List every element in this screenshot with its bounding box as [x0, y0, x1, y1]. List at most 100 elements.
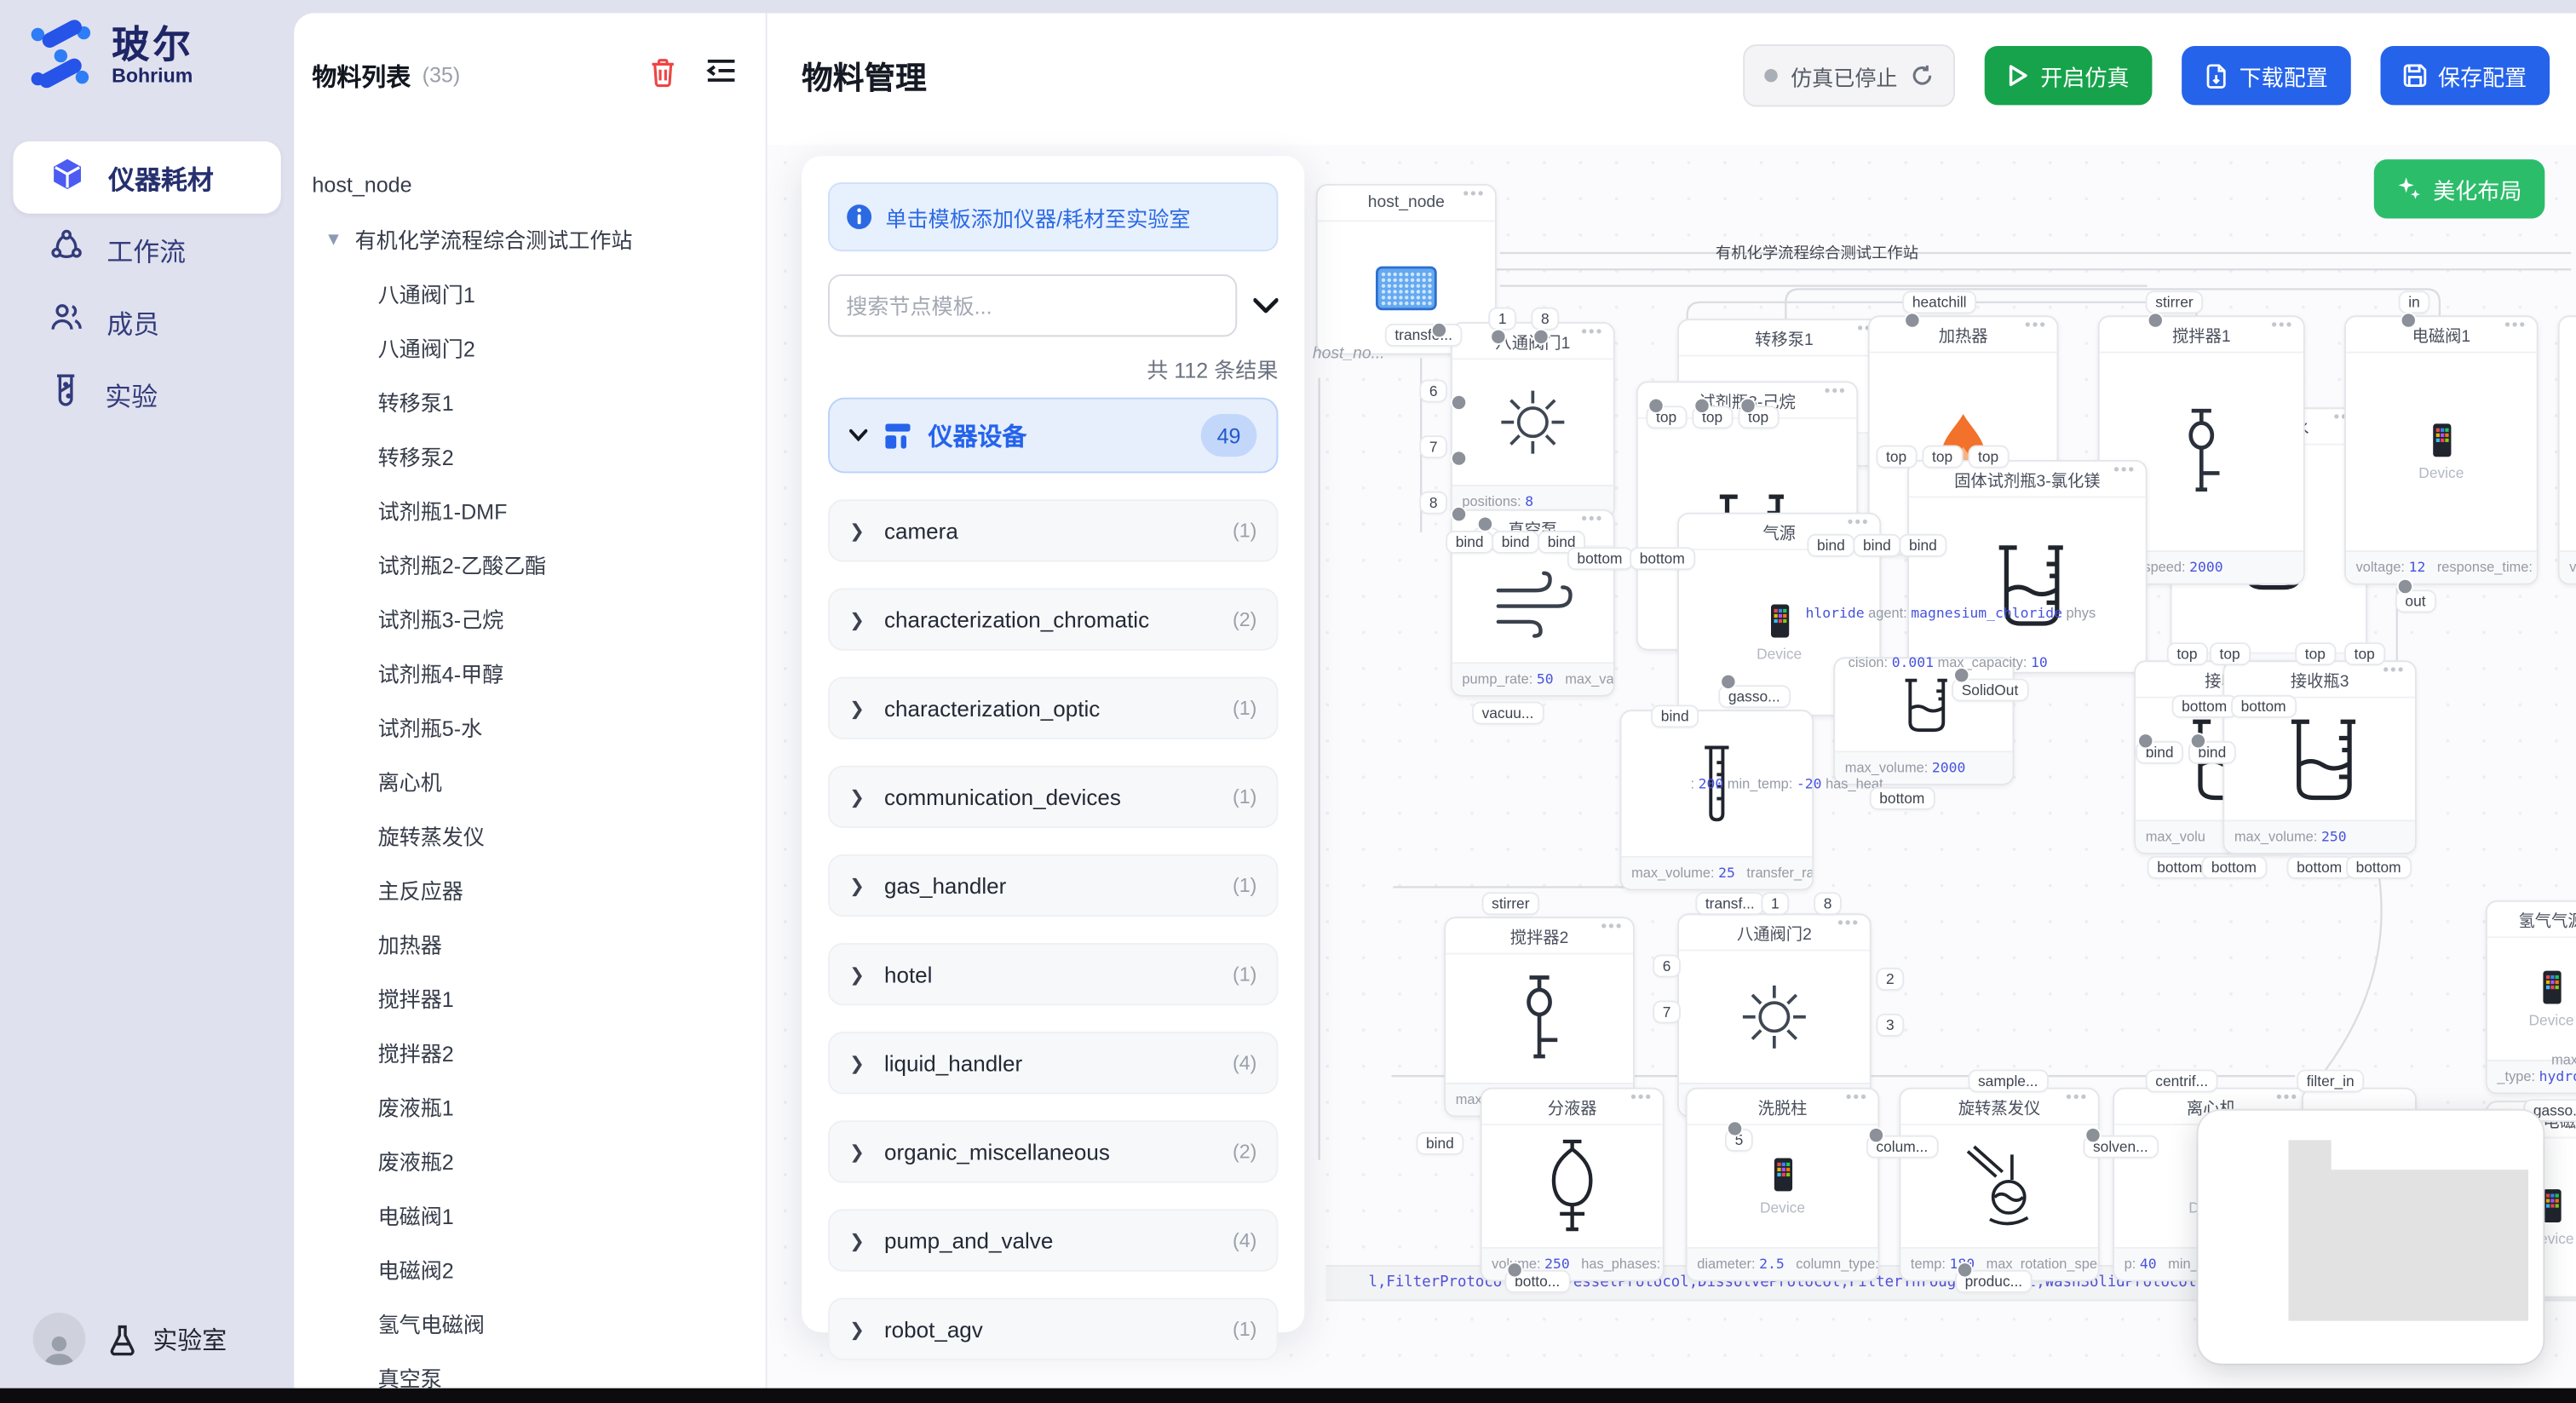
- port-dot[interactable]: [1953, 667, 1969, 683]
- port-chip-bind[interactable]: bind: [1808, 536, 1853, 555]
- port-dot[interactable]: [2397, 578, 2413, 595]
- node-menu-icon[interactable]: •••: [1581, 511, 1603, 529]
- node-menu-icon[interactable]: •••: [1630, 1090, 1653, 1107]
- port-dot[interactable]: [2401, 312, 2417, 328]
- port-chip-bottom[interactable]: bottom: [2348, 858, 2409, 877]
- port-chip-bottom[interactable]: bottom: [1631, 549, 1693, 568]
- port-chip-stirrer[interactable]: stirrer: [1483, 894, 1538, 913]
- port-chip-top[interactable]: top: [2211, 644, 2248, 664]
- avatar[interactable]: [33, 1313, 86, 1366]
- port-chip-bind[interactable]: bind: [1854, 536, 1899, 555]
- port-chip-bind[interactable]: bind: [1493, 532, 1538, 552]
- tree-item-搅拌器2[interactable]: 搅拌器2: [294, 1025, 765, 1079]
- tree-item-真空泵[interactable]: 真空泵: [294, 1350, 765, 1388]
- node-menu-icon[interactable]: •••: [2113, 462, 2136, 480]
- tree-item-废液瓶1[interactable]: 废液瓶1: [294, 1079, 765, 1134]
- port-chip-top[interactable]: top: [2297, 644, 2333, 664]
- port-dot[interactable]: [1904, 312, 1920, 328]
- port-chip-bottom[interactable]: bottom: [2203, 858, 2264, 877]
- port-chip-bottom[interactable]: bottom: [2149, 858, 2211, 877]
- category-row-camera[interactable]: ❯camera(1): [828, 499, 1278, 561]
- port-chip-SolidOut[interactable]: SolidOut: [1953, 680, 2027, 699]
- template-search-input[interactable]: [828, 274, 1237, 336]
- port-chip-heatchill[interactable]: heatchill: [1904, 292, 1975, 312]
- tree-item-氢气电磁阀[interactable]: 氢气电磁阀: [294, 1297, 765, 1351]
- node-menu-icon[interactable]: •••: [1825, 382, 1847, 400]
- canvas-node-电磁阀1[interactable]: 电磁阀1•••Devicevoltage: 12response_time: 0…: [2344, 315, 2539, 584]
- tree-item-试剂瓶4-甲醇[interactable]: 试剂瓶4-甲醇: [294, 646, 765, 700]
- node-menu-icon[interactable]: •••: [1846, 1090, 1868, 1107]
- tree-item-废液瓶2[interactable]: 废液瓶2: [294, 1134, 765, 1188]
- canvas-node-unnamed[interactable]: max_volume: 2000: [1833, 657, 2014, 785]
- node-menu-icon[interactable]: •••: [2066, 1090, 2088, 1107]
- chevron-down-icon[interactable]: [1253, 297, 1278, 313]
- brand-logo[interactable]: 玻尔 Bohrium: [26, 20, 194, 92]
- port-chip-bottom[interactable]: bottom: [2233, 697, 2294, 716]
- port-chip-vacuu...[interactable]: vacuu...: [1474, 703, 1542, 722]
- beautify-layout-button[interactable]: 美化布局: [2374, 159, 2545, 218]
- canvas-node-分液器[interactable]: 分液器•••volume: 250has_phases: true: [1481, 1088, 1665, 1282]
- port-chip-7[interactable]: 7: [1421, 437, 1446, 457]
- node-menu-icon[interactable]: •••: [2025, 317, 2047, 335]
- canvas-node-八通阀门2[interactable]: 八通阀门2•••positions: 8: [1677, 913, 1872, 1117]
- canvas-node-接收瓶3[interactable]: 接收瓶3•••max_volume: 250: [2222, 660, 2417, 854]
- tree-item-试剂瓶1-DMF[interactable]: 试剂瓶1-DMF: [294, 483, 765, 538]
- sidebar-item-成员[interactable]: 成员: [13, 286, 280, 359]
- port-chip-top[interactable]: top: [1969, 447, 2006, 467]
- port-dot[interactable]: [1739, 398, 1756, 414]
- refresh-icon[interactable]: [1911, 64, 1934, 87]
- category-row-characterization_chromatic[interactable]: ❯characterization_chromatic(2): [828, 588, 1278, 650]
- port-dot[interactable]: [1727, 1120, 1743, 1136]
- port-chip-filter_in[interactable]: filter_in: [2298, 1071, 2362, 1090]
- sidebar-item-工作流[interactable]: 工作流: [13, 214, 280, 286]
- chevron-down-icon[interactable]: ▼: [322, 229, 345, 249]
- port-chip-bottom[interactable]: bottom: [2173, 697, 2234, 716]
- canvas-node-八通阀门1[interactable]: 八通阀门1•••positions: 8: [1451, 322, 1615, 519]
- port-chip-bottom[interactable]: bottom: [1569, 549, 1630, 568]
- port-dot[interactable]: [1720, 674, 1736, 690]
- port-chip-transf...[interactable]: transf...: [1697, 894, 1762, 913]
- node-menu-icon[interactable]: •••: [2271, 317, 2293, 335]
- port-dot[interactable]: [2084, 1127, 2101, 1143]
- tree-item-有机化学流程综合测试工作站[interactable]: ▼有机化学流程综合测试工作站: [294, 212, 765, 267]
- sidebar-item-仪器耗材[interactable]: 仪器耗材: [13, 141, 280, 214]
- tree-item-电磁阀1[interactable]: 电磁阀1: [294, 1187, 765, 1242]
- node-menu-icon[interactable]: •••: [1581, 324, 1603, 342]
- port-dot[interactable]: [1451, 394, 1467, 411]
- node-menu-icon[interactable]: •••: [1601, 918, 1623, 936]
- port-chip-1[interactable]: 1: [1762, 894, 1787, 913]
- port-dot[interactable]: [2137, 733, 2153, 749]
- tree-item-试剂瓶5-水[interactable]: 试剂瓶5-水: [294, 700, 765, 755]
- port-dot[interactable]: [1506, 1262, 1522, 1278]
- node-menu-icon[interactable]: •••: [2383, 662, 2405, 680]
- tree-item-转移泵1[interactable]: 转移泵1: [294, 375, 765, 429]
- download-config-button[interactable]: 下载配置: [2182, 46, 2351, 105]
- tree-item-离心机[interactable]: 离心机: [294, 754, 765, 808]
- port-chip-1[interactable]: 1: [1490, 309, 1515, 329]
- tree-item-试剂瓶2-乙酸乙酯[interactable]: 试剂瓶2-乙酸乙酯: [294, 538, 765, 592]
- port-chip-6[interactable]: 6: [1654, 956, 1679, 975]
- port-dot[interactable]: [1431, 322, 1447, 338]
- tree-item-电磁阀2[interactable]: 电磁阀2: [294, 1242, 765, 1297]
- port-dot[interactable]: [2148, 312, 2164, 328]
- tree-item-八通阀门1[interactable]: 八通阀门1: [294, 266, 765, 320]
- port-chip-8[interactable]: 8: [1421, 493, 1446, 513]
- category-row-pump_and_valve[interactable]: ❯pump_and_valve(4): [828, 1209, 1278, 1271]
- port-dot[interactable]: [1647, 398, 1664, 414]
- start-simulation-button[interactable]: 开启仿真: [1985, 46, 2153, 105]
- node-menu-icon[interactable]: •••: [1463, 186, 1485, 204]
- port-dot[interactable]: [2190, 733, 2206, 749]
- port-chip-stirrer[interactable]: stirrer: [2148, 292, 2202, 312]
- delete-all-icon[interactable]: [649, 57, 677, 87]
- port-chip-top[interactable]: top: [2346, 644, 2383, 664]
- category-row-robot_agv[interactable]: ❯robot_agv(1): [828, 1298, 1278, 1360]
- port-dot[interactable]: [1957, 1262, 1973, 1278]
- port-dot[interactable]: [1868, 1127, 1884, 1143]
- tree-item-主反应器[interactable]: 主反应器: [294, 862, 765, 917]
- category-row-characterization_optic[interactable]: ❯characterization_optic(1): [828, 677, 1278, 739]
- canvas-node-固体试剂瓶3-氯化镁[interactable]: 固体试剂瓶3-氯化镁•••: [1907, 460, 2148, 674]
- port-dot[interactable]: [1477, 516, 1493, 532]
- tree-item-加热器[interactable]: 加热器: [294, 917, 765, 971]
- port-chip-bind[interactable]: bind: [1447, 532, 1492, 552]
- port-chip-top[interactable]: top: [1923, 447, 1960, 467]
